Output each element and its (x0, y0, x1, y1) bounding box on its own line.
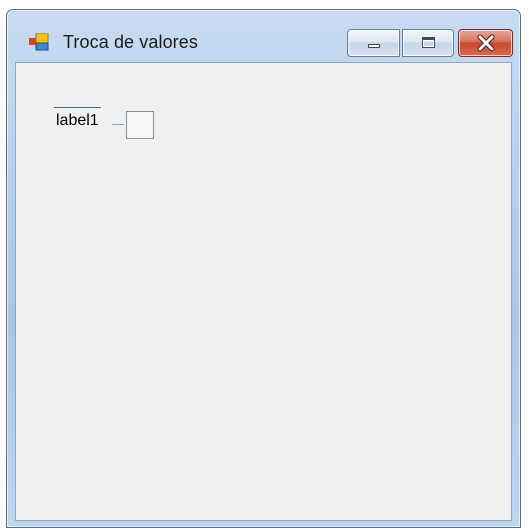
label1: label1 (54, 107, 101, 130)
maximize-button[interactable] (402, 29, 454, 57)
app-window: Troca de valores label1 (6, 9, 521, 528)
minimize-icon (368, 44, 380, 48)
maximize-icon (422, 37, 435, 48)
form-client-area: label1 (15, 62, 512, 521)
minimize-button[interactable] (347, 29, 400, 57)
window-title: Troca de valores (63, 32, 198, 52)
close-button[interactable] (458, 29, 513, 57)
close-icon (476, 33, 496, 53)
title-bar[interactable]: Troca de valores (7, 10, 520, 62)
designer-connector-line (112, 124, 124, 125)
app-icon (29, 32, 49, 51)
small-control-box[interactable] (126, 111, 154, 139)
